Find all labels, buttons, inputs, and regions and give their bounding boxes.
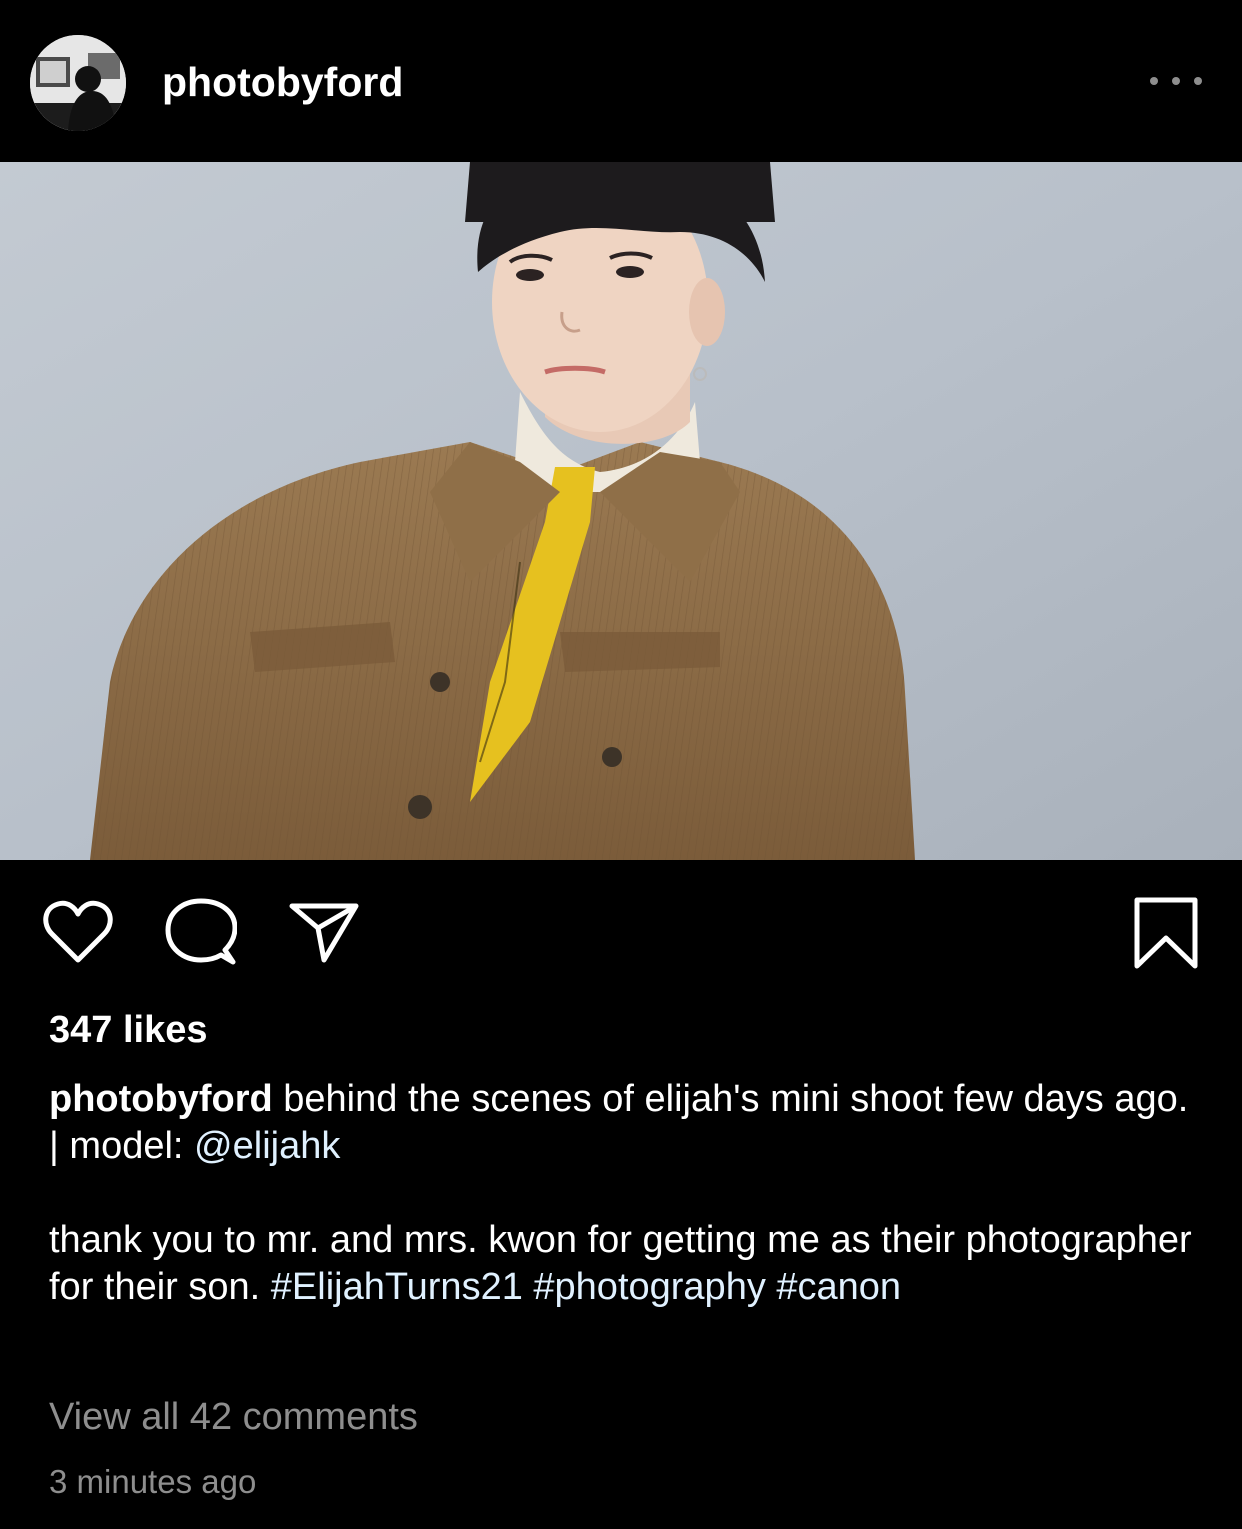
more-dot [1150, 77, 1158, 85]
hashtag[interactable]: #ElijahTurns21 [271, 1266, 523, 1308]
paper-plane-icon[interactable] [288, 900, 360, 969]
avatar[interactable] [30, 35, 126, 131]
comment-bubble-icon[interactable] [165, 898, 238, 971]
post-image [0, 162, 1242, 860]
avatar-image [30, 35, 126, 131]
hashtag[interactable]: #canon [776, 1266, 901, 1308]
caption-mention[interactable]: @elijahk [194, 1125, 340, 1167]
post-timestamp: 3 minutes ago [49, 1463, 257, 1500]
more-dot [1194, 77, 1202, 85]
post-photo[interactable] [0, 162, 1242, 860]
caption-username[interactable]: photobyford [49, 1078, 273, 1120]
bookmark-icon[interactable] [1133, 896, 1199, 975]
hashtag[interactable]: #photography [533, 1266, 765, 1308]
likes-count[interactable]: 347 likes [49, 1007, 207, 1053]
header-username[interactable]: photobyford [162, 58, 403, 106]
more-options-icon[interactable] [1150, 70, 1202, 92]
post-actions [0, 860, 1242, 1000]
post-header: photobyford [0, 0, 1242, 162]
post-caption: photobyford behind the scenes of elijah'… [49, 1076, 1199, 1311]
more-dot [1172, 77, 1180, 85]
view-all-comments-link[interactable]: View all 42 comments [49, 1393, 418, 1441]
heart-icon[interactable] [42, 900, 114, 969]
